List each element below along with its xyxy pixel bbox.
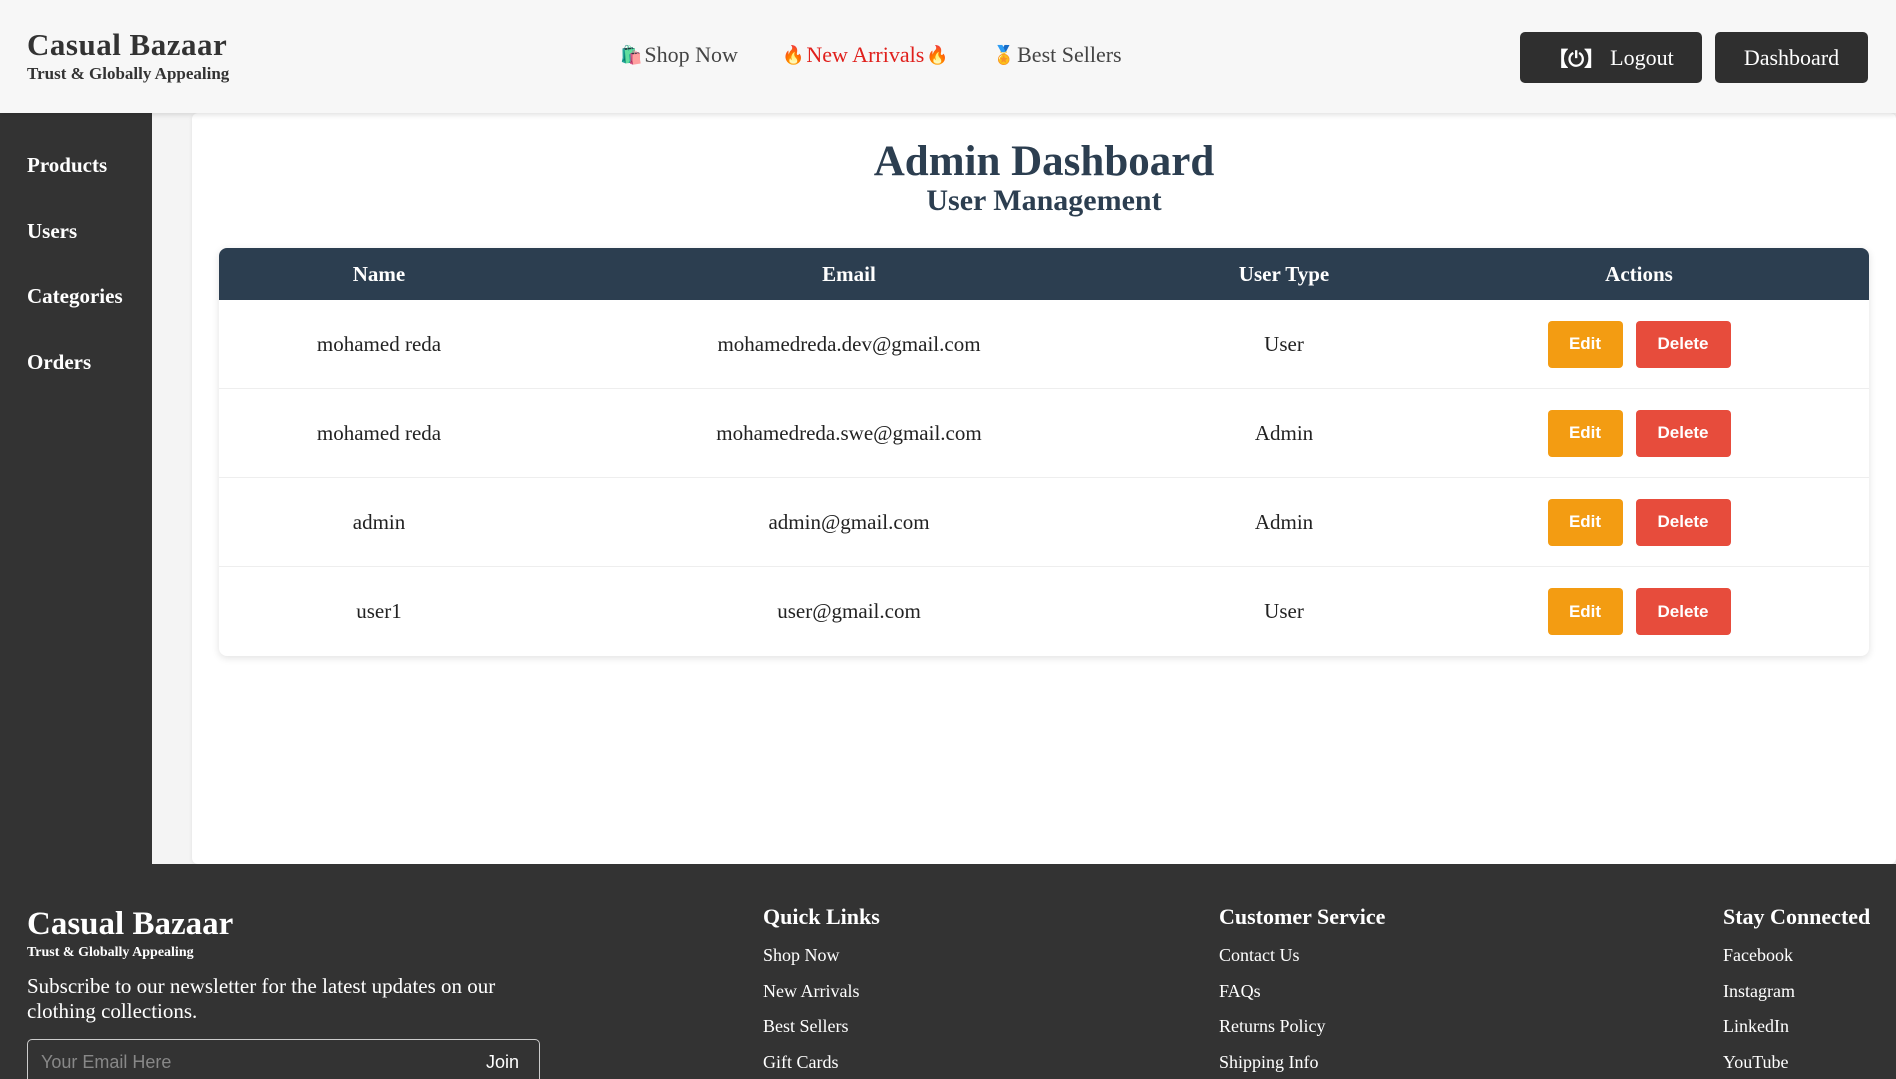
footer-link-instagram[interactable]: Instagram xyxy=(1723,974,1870,1010)
table-row: user1 user@gmail.com User Edit Delete xyxy=(219,567,1869,656)
footer-brand: Casual Bazaar xyxy=(27,906,234,942)
row-actions: Edit Delete xyxy=(1409,409,1869,457)
nav-new-arrivals[interactable]: 🔥 New Arrivals 🔥 xyxy=(782,42,949,68)
row-actions: Edit Delete xyxy=(1409,498,1869,546)
user-email: mohamedreda.swe@gmail.com xyxy=(716,420,982,445)
newsletter-form: Join xyxy=(27,1039,540,1079)
brand[interactable]: Casual Bazaar Trust & Globally Appealing xyxy=(27,28,229,84)
user-type: Admin xyxy=(1254,509,1314,534)
join-button[interactable]: Join xyxy=(486,1052,519,1073)
row-actions: Edit Delete xyxy=(1409,588,1869,635)
footer-link-best-sellers[interactable]: Best Sellers xyxy=(763,1009,880,1045)
user-type: User xyxy=(1264,599,1304,623)
brand-tagline: Trust & Globally Appealing xyxy=(27,64,230,83)
customer-service-title: Customer Service xyxy=(1219,904,1386,929)
user-email: user@gmail.com xyxy=(777,599,921,623)
sidebar-item-users[interactable]: Users xyxy=(27,219,77,244)
user-name: admin xyxy=(352,509,406,534)
footer-link-linkedin[interactable]: LinkedIn xyxy=(1723,1009,1870,1045)
column-header-email: Email xyxy=(822,261,876,286)
main-nav: 🛍️ Shop Now 🔥 New Arrivals 🔥 🏅 Best Sell… xyxy=(620,42,1122,68)
sidebar-item-products[interactable]: Products xyxy=(27,153,107,178)
sidebar-item-orders[interactable]: Orders xyxy=(27,350,91,375)
nav-shop-now-label: Shop Now xyxy=(644,42,738,67)
stay-connected: Stay Connected Facebook Instagram Linked… xyxy=(1723,904,1870,1079)
newsletter-email-input[interactable] xyxy=(28,1040,468,1079)
stay-connected-title: Stay Connected xyxy=(1723,904,1871,929)
nav-best-sellers-label: Best Sellers xyxy=(1017,42,1122,67)
footer-tagline: Trust & Globally Appealing xyxy=(27,945,194,960)
quick-links-title: Quick Links xyxy=(763,904,880,929)
table-row: mohamed reda mohamedreda.swe@gmail.com A… xyxy=(219,389,1869,478)
nav-shop-now[interactable]: 🛍️ Shop Now xyxy=(620,42,738,68)
footer-link-new-arrivals[interactable]: New Arrivals xyxy=(763,974,880,1010)
page-title: Admin Dashboard xyxy=(873,138,1215,185)
users-table: Name Email User Type Actions mohamed red… xyxy=(219,248,1869,656)
logout-label: Logout xyxy=(1610,44,1674,70)
site-footer: Casual Bazaar Trust & Globally Appealing… xyxy=(0,864,1896,1079)
admin-sidebar: Products Users Categories Orders xyxy=(0,113,152,864)
footer-link-shipping-info[interactable]: Shipping Info xyxy=(1219,1045,1385,1079)
edit-button[interactable]: Edit xyxy=(1547,498,1623,546)
column-header-user-type: User Type xyxy=(1238,261,1330,286)
delete-button[interactable]: Delete xyxy=(1635,409,1731,457)
power-icon: 【⏻】 xyxy=(1548,47,1605,71)
footer-link-facebook[interactable]: Facebook xyxy=(1723,938,1870,974)
table-header: Name Email User Type Actions xyxy=(219,248,1869,300)
shopping-bag-icon: 🛍️ xyxy=(620,44,643,66)
user-name: user1 xyxy=(356,599,402,623)
top-header: Casual Bazaar Trust & Globally Appealing… xyxy=(0,0,1896,113)
footer-link-returns-policy[interactable]: Returns Policy xyxy=(1219,1009,1385,1045)
quick-links: Quick Links Shop Now New Arrivals Best S… xyxy=(763,904,880,1079)
row-actions: Edit Delete xyxy=(1409,320,1869,368)
user-name: mohamed reda xyxy=(316,331,442,356)
dashboard-button[interactable]: Dashboard xyxy=(1715,32,1868,83)
column-header-actions: Actions xyxy=(1605,261,1673,286)
footer-link-gift-cards[interactable]: Gift Cards xyxy=(763,1045,880,1079)
user-name: mohamed reda xyxy=(316,420,442,445)
footer-link-contact-us[interactable]: Contact Us xyxy=(1219,938,1385,974)
newsletter-text: Subscribe to our newsletter for the late… xyxy=(27,974,496,1023)
edit-button[interactable]: Edit xyxy=(1547,320,1623,368)
page-subtitle: User Management xyxy=(926,184,1162,217)
nav-best-sellers[interactable]: 🏅 Best Sellers xyxy=(993,42,1122,68)
brand-title[interactable]: Casual Bazaar xyxy=(27,28,229,62)
main-content: Admin Dashboard User Management Name Ema… xyxy=(192,113,1896,864)
footer-link-faqs[interactable]: FAQs xyxy=(1219,974,1385,1010)
customer-service: Customer Service Contact Us FAQs Returns… xyxy=(1219,904,1385,1079)
edit-button[interactable]: Edit xyxy=(1547,409,1623,457)
user-email: admin@gmail.com xyxy=(768,509,930,534)
edit-button[interactable]: Edit xyxy=(1547,588,1623,635)
user-type: Admin xyxy=(1254,420,1314,445)
footer-link-shop-now[interactable]: Shop Now xyxy=(763,938,880,974)
delete-button[interactable]: Delete xyxy=(1635,588,1731,635)
delete-button[interactable]: Delete xyxy=(1635,498,1731,546)
column-header-name: Name xyxy=(352,261,406,286)
footer-link-youtube[interactable]: YouTube xyxy=(1723,1045,1870,1079)
user-type: User xyxy=(1264,331,1304,356)
nav-new-arrivals-label: New Arrivals xyxy=(806,42,925,67)
table-row: admin admin@gmail.com Admin Edit Delete xyxy=(219,478,1869,567)
user-email: mohamedreda.dev@gmail.com xyxy=(717,331,981,356)
fire-icon: 🔥 xyxy=(781,44,805,66)
sidebar-item-categories[interactable]: Categories xyxy=(27,284,123,309)
delete-button[interactable]: Delete xyxy=(1635,320,1731,368)
table-row: mohamed reda mohamedreda.dev@gmail.com U… xyxy=(219,300,1869,389)
logout-button[interactable]: 【⏻】 Logout xyxy=(1520,32,1702,83)
fire-icon: 🔥 xyxy=(926,44,949,66)
medal-icon: 🏅 xyxy=(992,44,1016,66)
